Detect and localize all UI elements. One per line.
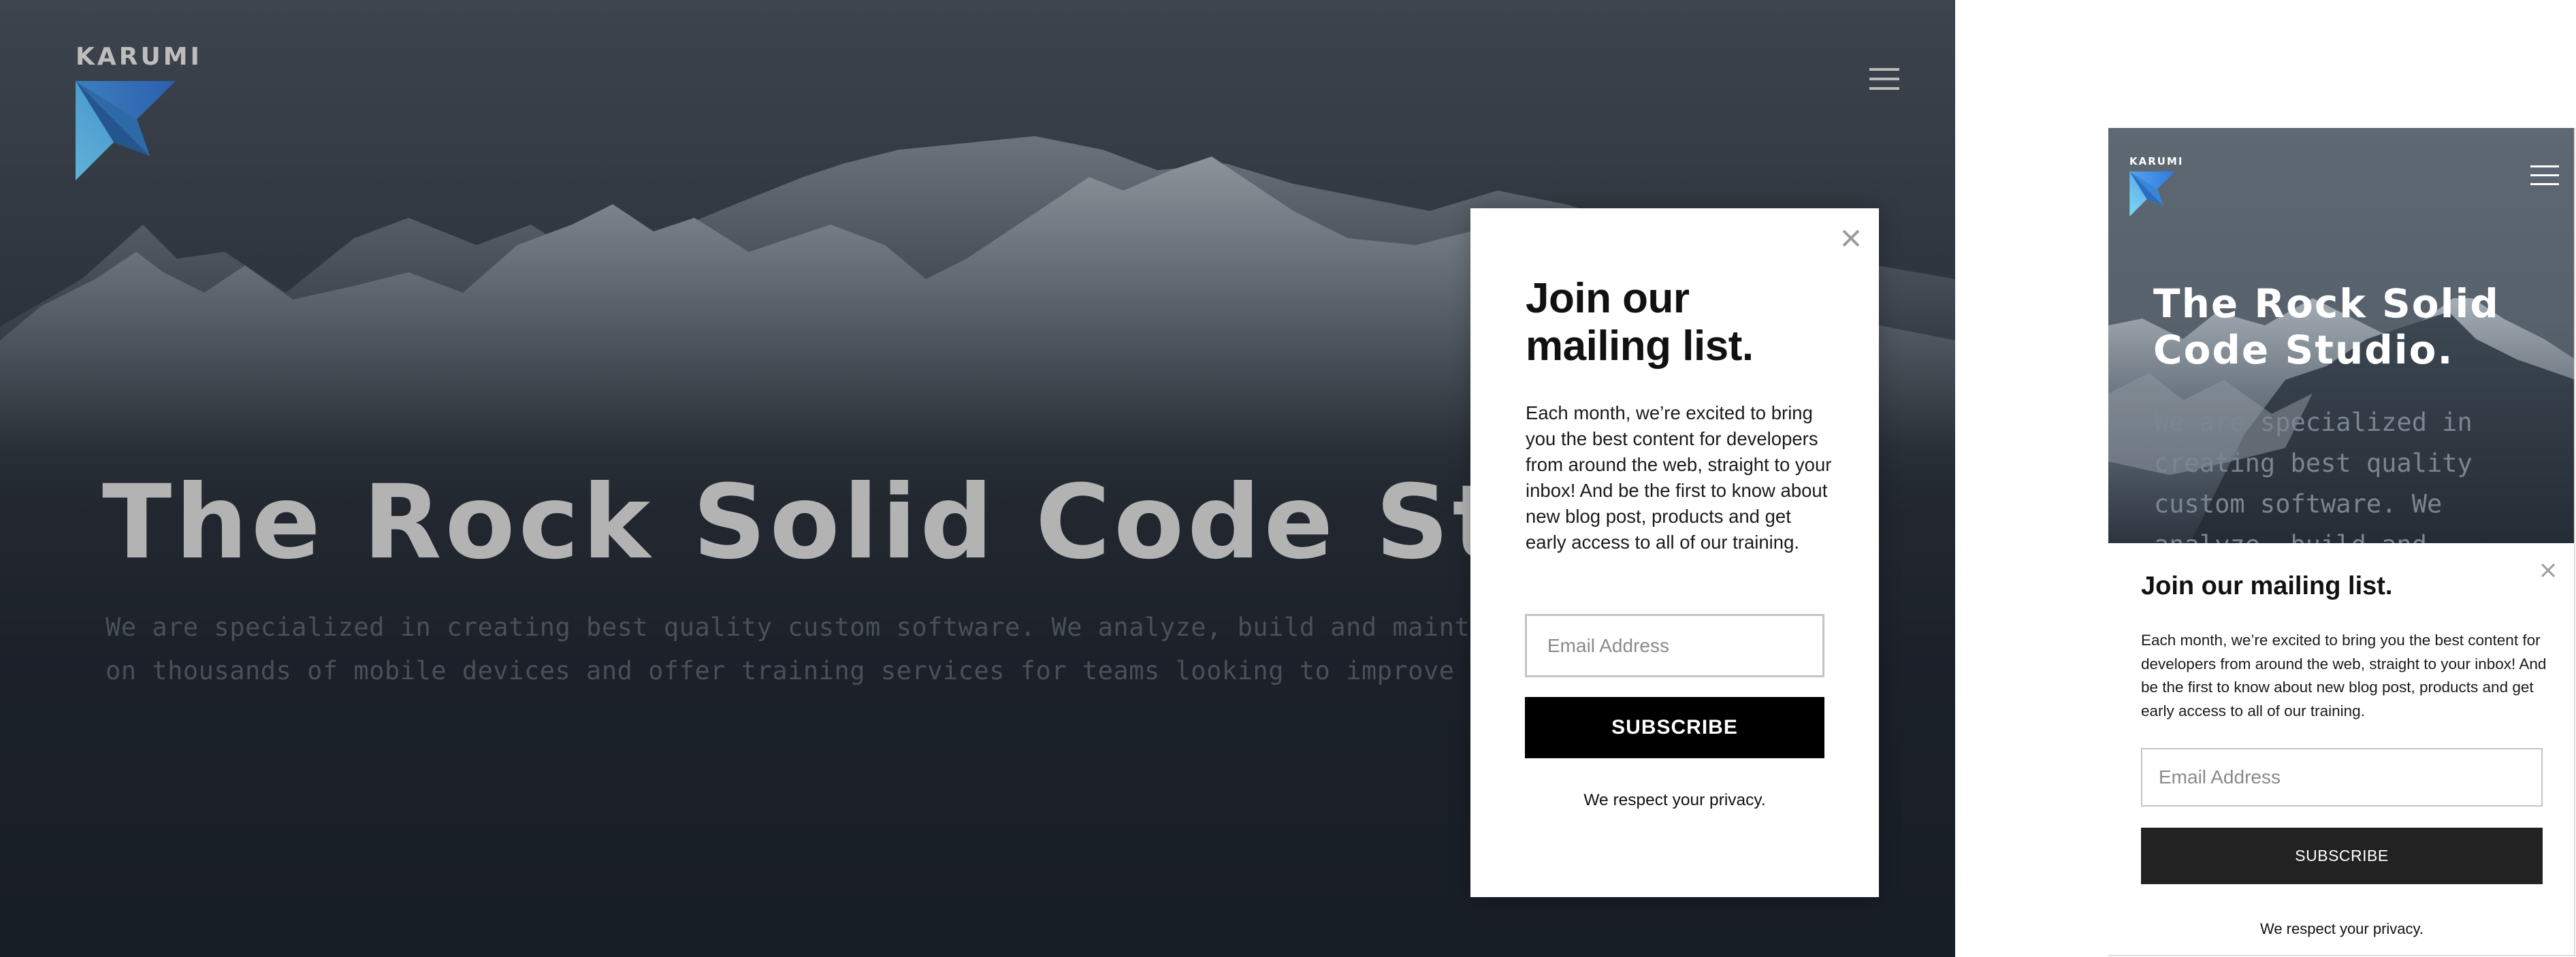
subscribe-button[interactable]: SUBSCRIBE (2141, 828, 2543, 884)
hamburger-menu-icon-line (2530, 174, 2559, 176)
email-input[interactable] (1525, 614, 1824, 677)
modal-description: Each month, we’re excited to bring you t… (2141, 632, 2547, 719)
modal-description: Each month, we’re excited to bring you t… (1526, 402, 1832, 553)
karumi-logo-icon[interactable] (2129, 172, 2175, 216)
hamburger-menu-button[interactable] (1861, 60, 1907, 98)
hero-title: The Rock Solid Code Studio. (2153, 280, 2500, 373)
modal-title: Join our mailing list. (1526, 275, 1754, 370)
mobile-view: KARUMI The Rock Solid Code Studio. We ar… (2108, 128, 2575, 956)
hamburger-menu-icon-line (2530, 183, 2559, 185)
hamburger-menu-icon-line (1869, 68, 1899, 71)
hamburger-menu-button[interactable] (2525, 159, 2563, 189)
logo-text[interactable]: KARUMI (76, 44, 202, 71)
mobile-hero: KARUMI The Rock Solid Code Studio. We ar… (2108, 128, 2574, 543)
email-input[interactable] (2141, 748, 2543, 807)
hamburger-menu-icon-line (1869, 78, 1899, 80)
privacy-note: We respect your privacy. (2259, 920, 2424, 937)
hero-description: We are specialized in creating best qual… (2154, 408, 2473, 543)
modal-title: Join our mailing list. (2141, 572, 2393, 600)
close-icon[interactable] (1841, 229, 1861, 248)
logo-text[interactable]: KARUMI (2129, 155, 2183, 167)
karumi-logo-icon[interactable] (76, 81, 176, 180)
privacy-note: We respect your privacy. (1583, 791, 1766, 809)
hamburger-menu-icon-line (2530, 165, 2559, 167)
mailing-list-modal: Join our mailing list. Each month, we’re… (1470, 208, 1879, 897)
subscribe-button[interactable]: SUBSCRIBE (1525, 697, 1824, 758)
hamburger-menu-icon-line (1869, 87, 1899, 90)
